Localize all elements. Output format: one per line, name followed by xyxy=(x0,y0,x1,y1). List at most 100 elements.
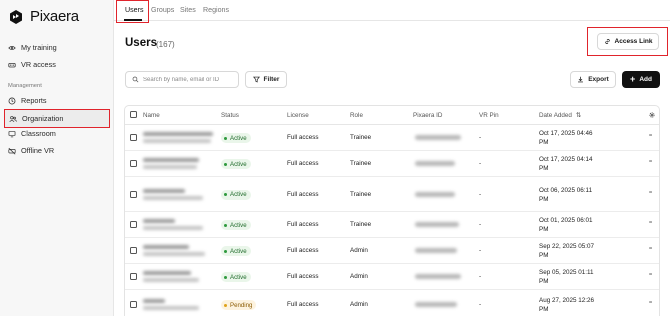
sort-arrows-icon[interactable]: ⇅ xyxy=(576,111,581,119)
vr-pin-cell: - xyxy=(479,190,482,198)
more-options-icon[interactable]: ••• xyxy=(649,189,652,194)
plus-icon: + xyxy=(630,74,636,84)
row-checkbox[interactable] xyxy=(130,301,137,308)
more-options-icon[interactable]: ••• xyxy=(649,219,652,224)
user-count: (167) xyxy=(156,40,175,49)
access-link-button[interactable]: Access Link xyxy=(597,33,659,50)
license-cell: Full access xyxy=(287,134,319,141)
column-header-status[interactable]: Status xyxy=(221,106,239,124)
date-added-cell: Sep 22, 2025 05:07 PM xyxy=(539,242,594,260)
status-badge: Active xyxy=(221,133,251,143)
role-cell: Trainee xyxy=(350,160,372,167)
vr-pin-cell: - xyxy=(479,134,482,141)
redacted-user-name xyxy=(143,219,175,223)
column-header-license[interactable]: License xyxy=(287,106,309,124)
license-cell: Full access xyxy=(287,221,319,228)
date-added-value: Aug 27, 2025 12:26 xyxy=(539,297,594,304)
date-added-cell: Oct 17, 2025 04:14 PM xyxy=(539,155,593,173)
date-added-cell: Oct 17, 2025 04:46 PM xyxy=(539,129,593,147)
sidebar-item-label: Organization xyxy=(22,114,64,123)
row-checkbox[interactable] xyxy=(130,160,137,167)
sidebar-section-management: Management xyxy=(8,83,42,89)
tab-groups[interactable]: Groups xyxy=(151,6,174,14)
vr-pin-cell: - xyxy=(479,221,482,228)
users-icon xyxy=(9,115,17,122)
redacted-user-name xyxy=(143,245,189,249)
row-checkbox[interactable] xyxy=(130,221,137,228)
date-added-value: Oct 06, 2025 06:11 xyxy=(539,186,593,194)
date-added-value: Sep 22, 2025 05:07 xyxy=(539,243,594,250)
column-header-name[interactable]: Name xyxy=(143,106,160,124)
redacted-pixaera-id xyxy=(415,161,455,166)
redacted-user-email xyxy=(143,278,199,282)
sidebar-item-label: Reports xyxy=(21,96,47,105)
role-cell: Admin xyxy=(350,247,368,254)
redacted-user-name xyxy=(143,132,213,136)
vr-pin-cell: - xyxy=(479,301,482,308)
date-added-value: Oct 17, 2025 04:46 xyxy=(539,130,593,137)
more-options-icon[interactable]: ••• xyxy=(649,158,652,163)
status-badge: Active xyxy=(221,189,251,200)
row-checkbox[interactable] xyxy=(130,134,137,141)
redacted-user-name xyxy=(143,299,165,303)
export-button[interactable]: Export xyxy=(570,71,616,88)
date-added-cell: Oct 01, 2025 06:01 PM xyxy=(539,216,593,234)
table-row[interactable]: Active Full access Admin - Sep 22, 2025 05:0… xyxy=(125,238,659,264)
brand-name: Pixaera xyxy=(30,8,79,25)
filter-label: Filter xyxy=(263,76,280,83)
status-label: Active xyxy=(230,247,247,255)
sidebar-item-label: Offline VR xyxy=(21,146,55,155)
table-row[interactable]: Pending Full access Admin - Aug 27, 2025 12:… xyxy=(125,290,659,316)
table-row[interactable]: Active Full access Trainee - Oct 17, 2025 04… xyxy=(125,151,659,177)
sidebar-item-my-training[interactable]: My training xyxy=(4,39,110,56)
sidebar-item-offline-vr[interactable]: Offline VR xyxy=(4,142,110,159)
select-all-checkbox[interactable] xyxy=(130,111,137,118)
eye-icon xyxy=(8,45,16,50)
more-options-icon[interactable]: ••• xyxy=(649,271,652,276)
table-row[interactable]: Active Full access Trainee - Oct 17, 2025 04… xyxy=(125,125,659,151)
license-cell: Full access xyxy=(287,301,319,308)
column-header-label: Date Added xyxy=(539,111,572,119)
more-options-icon[interactable]: ••• xyxy=(649,299,652,304)
date-added-cell: Oct 06, 2025 06:11 PM xyxy=(539,186,592,204)
filter-button[interactable]: Filter xyxy=(245,71,287,88)
license-cell: Full access xyxy=(287,247,319,254)
status-badge: Active xyxy=(221,272,251,282)
column-header-pixaera-id[interactable]: Pixaera ID xyxy=(413,106,442,124)
add-button[interactable]: + Add xyxy=(622,71,660,88)
status-badge: Active xyxy=(221,159,251,169)
status-dot-icon xyxy=(224,223,227,227)
more-options-icon[interactable]: ••• xyxy=(649,245,652,250)
tab-sites[interactable]: Sites xyxy=(180,6,196,14)
table-row[interactable]: Active Full access Trainee - Oct 01, 2025 06… xyxy=(125,212,659,238)
row-checkbox[interactable] xyxy=(130,247,137,254)
link-icon xyxy=(604,39,610,44)
search-input[interactable] xyxy=(143,76,238,83)
gear-icon[interactable] xyxy=(648,111,656,119)
table-row[interactable]: Active Full access Trainee - Oct 06, 2025 06… xyxy=(125,177,659,212)
sidebar-item-classroom[interactable]: Classroom xyxy=(4,125,110,142)
status-dot-icon xyxy=(224,136,227,140)
sidebar: Pixaera My training VR access Management… xyxy=(0,0,114,316)
brand-logo[interactable]: Pixaera xyxy=(8,8,79,25)
column-header-vr-pin[interactable]: VR Pin xyxy=(479,106,499,124)
tab-regions[interactable]: Regions xyxy=(203,6,229,14)
redacted-pixaera-id xyxy=(415,248,457,253)
sidebar-item-vr-access[interactable]: VR access xyxy=(4,56,110,73)
column-header-role[interactable]: Role xyxy=(350,106,363,124)
more-options-icon[interactable]: ••• xyxy=(649,132,652,137)
date-added-suffix: PM xyxy=(539,306,549,313)
column-header-date-added[interactable]: Date Added ⇅ xyxy=(539,106,581,124)
sidebar-item-reports[interactable]: Reports xyxy=(4,92,110,109)
vr-headset-icon xyxy=(8,62,16,67)
row-checkbox[interactable] xyxy=(130,273,137,280)
redacted-pixaera-id xyxy=(415,302,457,307)
row-checkbox[interactable] xyxy=(130,190,137,198)
vr-pin-cell: - xyxy=(479,273,482,280)
date-added-suffix: PM xyxy=(539,139,549,146)
role-cell: Admin xyxy=(350,301,368,308)
search-box[interactable] xyxy=(125,71,239,88)
role-cell: Trainee xyxy=(350,221,372,228)
status-dot-icon xyxy=(224,303,227,307)
table-row[interactable]: Active Full access Admin - Sep 05, 2025 01:1… xyxy=(125,264,659,290)
